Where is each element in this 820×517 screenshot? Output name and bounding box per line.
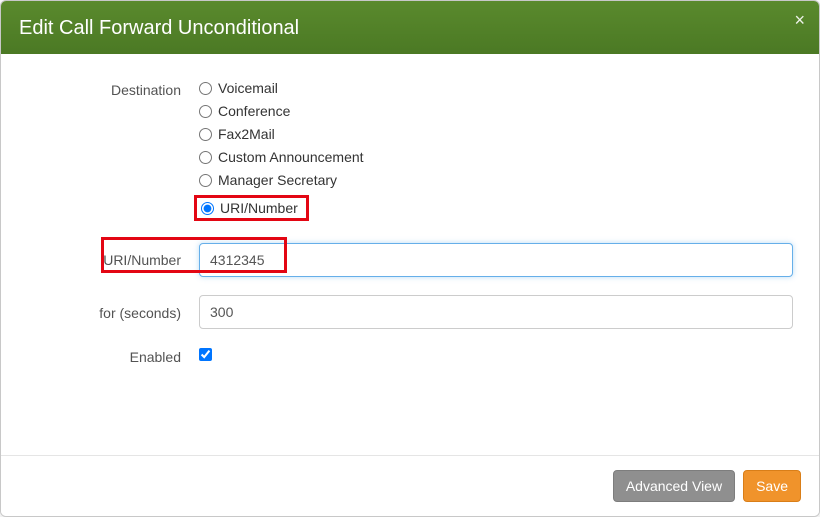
- radio-uri-number[interactable]: URI/Number: [194, 195, 309, 221]
- enabled-field: [199, 348, 799, 364]
- uri-number-row: URI/Number: [21, 243, 799, 277]
- for-seconds-label: for (seconds): [21, 303, 199, 321]
- uri-number-field: [199, 243, 799, 277]
- radio-custom-announcement-label: Custom Announcement: [218, 149, 364, 165]
- radio-custom-announcement[interactable]: Custom Announcement: [199, 149, 793, 165]
- radio-voicemail-input[interactable]: [199, 82, 212, 95]
- uri-number-label: URI/Number: [21, 252, 199, 268]
- radio-conference-label: Conference: [218, 103, 290, 119]
- modal-body: Destination Voicemail Conference Fax2Mai…: [1, 54, 819, 393]
- radio-custom-announcement-input[interactable]: [199, 151, 212, 164]
- uri-number-input[interactable]: [199, 243, 793, 277]
- for-seconds-row: for (seconds): [21, 295, 799, 329]
- modal-footer: Advanced View Save: [1, 455, 819, 516]
- radio-fax2mail-label: Fax2Mail: [218, 126, 275, 142]
- radio-manager-secretary-label: Manager Secretary: [218, 172, 337, 188]
- radio-fax2mail[interactable]: Fax2Mail: [199, 126, 793, 142]
- destination-radio-list: Voicemail Conference Fax2Mail Custom Ann…: [199, 80, 793, 221]
- uri-number-label-text: URI/Number: [103, 252, 181, 268]
- radio-uri-number-label: URI/Number: [220, 200, 298, 216]
- radio-manager-secretary-input[interactable]: [199, 174, 212, 187]
- destination-row: Destination Voicemail Conference Fax2Mai…: [21, 80, 799, 221]
- radio-manager-secretary[interactable]: Manager Secretary: [199, 172, 793, 188]
- enabled-row: Enabled: [21, 347, 799, 365]
- destination-field: Voicemail Conference Fax2Mail Custom Ann…: [199, 80, 799, 221]
- destination-label: Destination: [21, 80, 199, 98]
- radio-conference[interactable]: Conference: [199, 103, 793, 119]
- radio-voicemail-label: Voicemail: [218, 80, 278, 96]
- for-seconds-field: [199, 295, 799, 329]
- radio-voicemail[interactable]: Voicemail: [199, 80, 793, 96]
- save-button[interactable]: Save: [743, 470, 801, 502]
- enabled-checkbox[interactable]: [199, 348, 212, 361]
- radio-uri-number-input[interactable]: [201, 202, 214, 215]
- modal-title: Edit Call Forward Unconditional: [19, 17, 801, 40]
- for-seconds-input[interactable]: [199, 295, 793, 329]
- close-icon[interactable]: ×: [794, 11, 805, 29]
- advanced-view-button[interactable]: Advanced View: [613, 470, 735, 502]
- enabled-label: Enabled: [21, 347, 199, 365]
- edit-call-forward-modal: Edit Call Forward Unconditional × Destin…: [0, 0, 820, 517]
- radio-fax2mail-input[interactable]: [199, 128, 212, 141]
- radio-conference-input[interactable]: [199, 105, 212, 118]
- modal-header: Edit Call Forward Unconditional ×: [1, 1, 819, 54]
